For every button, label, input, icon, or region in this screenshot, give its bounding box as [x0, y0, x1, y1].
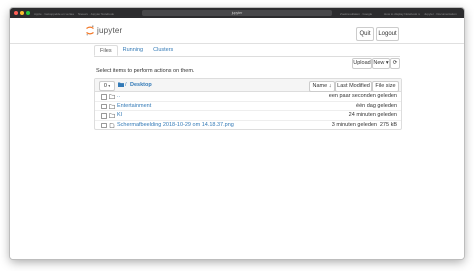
browser-window: Apple · Gekoppelde en vertaalde pagina's… — [10, 8, 464, 259]
browser-tab-2[interactable]: Nieuws · Jupyter Notebook — [78, 12, 114, 16]
select-all-dropdown[interactable]: 0 ▾ — [99, 80, 115, 91]
sort-size-button[interactable]: File size — [372, 80, 399, 92]
folder-icon — [109, 103, 115, 109]
file-modified: 24 minuten geleden — [348, 112, 397, 118]
list-item[interactable]: Entertainment één dag geleden — [95, 102, 401, 111]
folder-icon — [109, 94, 115, 99]
maximize-window-icon[interactable] — [26, 11, 30, 15]
logout-button[interactable]: Logout — [376, 27, 399, 41]
row-checkbox[interactable] — [101, 94, 107, 100]
refresh-button[interactable]: ⟳ — [390, 58, 400, 69]
select-count: 0 — [103, 82, 107, 89]
tab-clusters[interactable]: Clusters — [148, 45, 178, 56]
address-bar[interactable]: jupyter — [142, 10, 332, 16]
minimize-window-icon[interactable] — [20, 11, 24, 15]
main-tabs: Files Running Clusters — [94, 45, 178, 56]
file-name[interactable]: Schermafbeelding 2018-10-29 om 14.18.37.… — [117, 121, 234, 130]
browser-chrome: Apple · Gekoppelde en vertaalde pagina's… — [10, 8, 464, 18]
list-item[interactable]: Schermafbeelding 2018-10-29 om 14.18.37.… — [95, 121, 401, 130]
breadcrumb-desktop[interactable]: Desktop — [130, 79, 152, 91]
site-header: jupyter Quit Logout — [10, 18, 464, 44]
file-modified: een paar seconden geleden — [328, 93, 397, 99]
sort-name-button[interactable]: Name ↓ — [309, 80, 335, 92]
browser-tab-1[interactable]: Apple · Gekoppelde en vertaalde pagina's — [34, 12, 74, 16]
row-checkbox[interactable] — [101, 122, 107, 128]
upload-button[interactable]: Upload — [352, 58, 372, 69]
file-name[interactable]: KI — [117, 111, 122, 120]
jupyter-logo-icon — [86, 25, 94, 35]
file-name[interactable]: Entertainment — [117, 102, 151, 111]
file-modified: één dag geleden — [356, 102, 397, 109]
folder-icon — [109, 113, 115, 118]
sort-modified-button[interactable]: Last Modified — [335, 80, 372, 92]
tab-running[interactable]: Running — [118, 45, 149, 56]
file-modified: 3 minuten geleden — [331, 121, 377, 128]
file-list-header: 0 ▾ / Desktop Name ↓ Last Modified File … — [95, 79, 401, 92]
browser-tab-4[interactable]: How to display Notebook name — [384, 12, 420, 16]
close-window-icon[interactable] — [14, 11, 18, 15]
folder-icon[interactable] — [118, 82, 124, 87]
browser-tab-3[interactable]: Zoekresultaten · Google — [340, 12, 380, 16]
tab-divider — [94, 56, 400, 57]
tab-files[interactable]: Files — [94, 45, 118, 56]
new-button[interactable]: New ▾ — [372, 58, 390, 69]
file-list: 0 ▾ / Desktop Name ↓ Last Modified File … — [94, 78, 402, 130]
list-item[interactable]: .. een paar seconden geleden — [95, 92, 401, 102]
chevron-down-icon: ▾ — [108, 83, 111, 88]
jupyter-logo[interactable]: jupyter — [86, 24, 122, 36]
quit-button[interactable]: Quit — [356, 27, 374, 41]
file-name[interactable]: .. — [117, 92, 120, 101]
jupyter-page: jupyter Quit Logout Files Running Cluste… — [10, 18, 464, 259]
file-size: 275 kB — [379, 121, 397, 128]
list-item[interactable]: KI 24 minuten geleden — [95, 111, 401, 121]
logo-text: jupyter — [97, 25, 123, 35]
refresh-icon: ⟳ — [392, 60, 398, 66]
row-checkbox[interactable] — [101, 103, 107, 109]
selection-info: Select items to perform actions on them. — [96, 68, 195, 74]
row-checkbox[interactable] — [101, 113, 107, 119]
breadcrumb-separator: / — [125, 82, 127, 88]
file-icon — [109, 122, 115, 128]
browser-tab-5[interactable]: Jupyter · Documentation — [424, 12, 460, 16]
